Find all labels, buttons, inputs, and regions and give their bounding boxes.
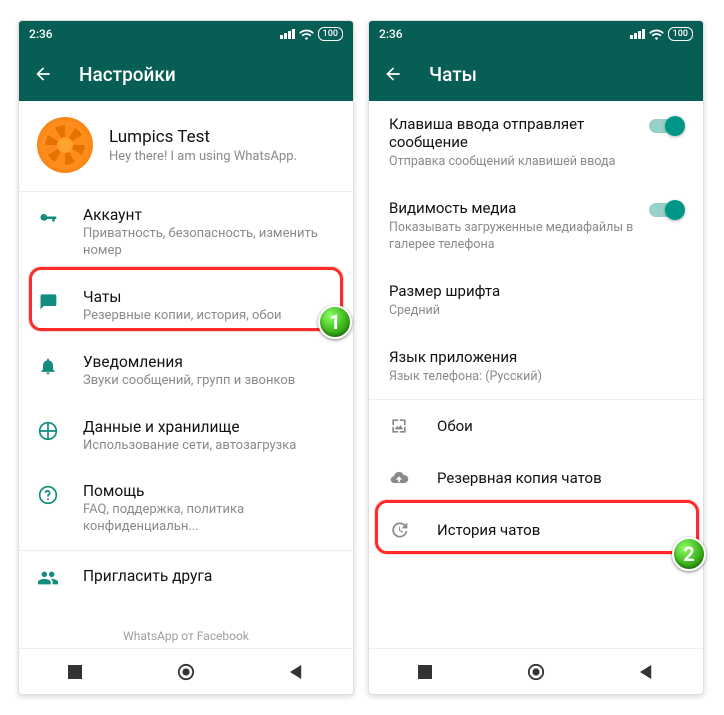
settings-row-data[interactable]: Данные и хранилище Использование сети, а…: [19, 404, 353, 469]
row-subtitle: Использование сети, автозагрузка: [83, 438, 296, 455]
nav-bar: [19, 648, 353, 694]
profile-name: Lumpics Test: [109, 127, 297, 147]
avatar: [37, 117, 93, 173]
toggle-switch[interactable]: [649, 203, 683, 217]
toggle-switch[interactable]: [649, 119, 683, 133]
settings-row-help[interactable]: Помощь FAQ, поддержка, политика конфиден…: [19, 468, 353, 550]
row-title: Уведомления: [83, 353, 295, 371]
nav-recent[interactable]: [416, 663, 434, 681]
settings-row-chats[interactable]: Чаты Резервные копии, история, обои: [19, 274, 353, 339]
row-title: Пригласить друга: [83, 565, 212, 587]
nav-back[interactable]: [638, 663, 656, 681]
status-bar: 2:36 100: [19, 21, 353, 47]
settings-row-invite[interactable]: Пригласить друга: [19, 551, 353, 603]
setting-subtitle: Средний: [389, 303, 683, 320]
settings-row-account[interactable]: Аккаунт Приватность, безопасность, измен…: [19, 192, 353, 274]
phone-settings: 2:36 100 Настройки Lumpics Test Hey ther…: [18, 20, 354, 695]
setting-subtitle: Язык телефона: (Русский): [389, 369, 683, 386]
setting-media-visibility[interactable]: Видимость медиа Показывать загруженные м…: [369, 185, 703, 268]
chat-icon: [37, 290, 59, 312]
nav-home[interactable]: [177, 663, 195, 681]
row-subtitle: Резервные копии, история, обои: [83, 308, 282, 325]
phone-chats: 2:36 100 Чаты Клавиша ввода отправляет с…: [368, 20, 704, 695]
setting-title: Клавиша ввода отправляет сообщение: [389, 115, 635, 151]
cloud-up-icon: [389, 468, 409, 488]
row-label: Обои: [437, 417, 473, 435]
nav-home[interactable]: [527, 663, 545, 681]
row-title: Данные и хранилище: [83, 418, 296, 436]
setting-font-size[interactable]: Размер шрифта Средний: [369, 268, 703, 334]
profile-status: Hey there! I am using WhatsApp.: [109, 149, 297, 164]
back-button[interactable]: [33, 64, 53, 84]
row-title: Аккаунт: [83, 206, 335, 224]
row-title: Помощь: [83, 482, 335, 500]
key-icon: [37, 208, 59, 230]
wallpaper-icon: [389, 416, 409, 436]
row-title: Чаты: [83, 288, 282, 306]
row-label: История чатов: [437, 521, 540, 539]
battery-icon: 100: [668, 27, 693, 41]
profile-row[interactable]: Lumpics Test Hey there! I am using Whats…: [19, 101, 353, 191]
footer-text: WhatsApp от Facebook: [19, 603, 353, 648]
row-backup[interactable]: Резервная копия чатов: [369, 452, 703, 504]
battery-icon: 100: [318, 27, 343, 41]
setting-language[interactable]: Язык приложения Язык телефона: (Русский): [369, 334, 703, 400]
row-subtitle: Звуки сообщений, групп и звонков: [83, 373, 295, 390]
nav-back[interactable]: [288, 663, 306, 681]
row-label: Резервная копия чатов: [437, 469, 602, 487]
help-icon: [37, 484, 59, 506]
status-bar: 2:36 100: [369, 21, 703, 47]
data-icon: [37, 420, 59, 442]
history-icon: [389, 520, 409, 540]
clock: 2:36: [379, 27, 403, 41]
page-title: Чаты: [429, 63, 477, 86]
app-bar: Настройки: [19, 47, 353, 101]
row-history[interactable]: История чатов: [369, 504, 703, 556]
wifi-icon: [649, 29, 664, 40]
setting-title: Видимость медиа: [389, 199, 635, 217]
setting-enter-send[interactable]: Клавиша ввода отправляет сообщение Отпра…: [369, 101, 703, 185]
row-subtitle: FAQ, поддержка, политика конфиденциальн.…: [83, 502, 335, 536]
setting-subtitle: Показывать загруженные медиафайлы в гале…: [389, 220, 635, 254]
signal-icon: [630, 29, 645, 39]
setting-title: Язык приложения: [389, 348, 683, 366]
page-title: Настройки: [79, 63, 176, 86]
row-wallpaper[interactable]: Обои: [369, 400, 703, 452]
nav-bar: [369, 648, 703, 694]
bell-icon: [37, 355, 59, 377]
setting-subtitle: Отправка сообщений клавишей ввода: [389, 154, 635, 171]
row-subtitle: Приватность, безопасность, изменить номе…: [83, 226, 335, 260]
settings-row-notifications[interactable]: Уведомления Звуки сообщений, групп и зво…: [19, 339, 353, 404]
back-button[interactable]: [383, 64, 403, 84]
clock: 2:36: [29, 27, 53, 41]
wifi-icon: [299, 29, 314, 40]
signal-icon: [280, 29, 295, 39]
app-bar: Чаты: [369, 47, 703, 101]
nav-recent[interactable]: [66, 663, 84, 681]
setting-title: Размер шрифта: [389, 282, 683, 300]
people-icon: [37, 567, 59, 589]
